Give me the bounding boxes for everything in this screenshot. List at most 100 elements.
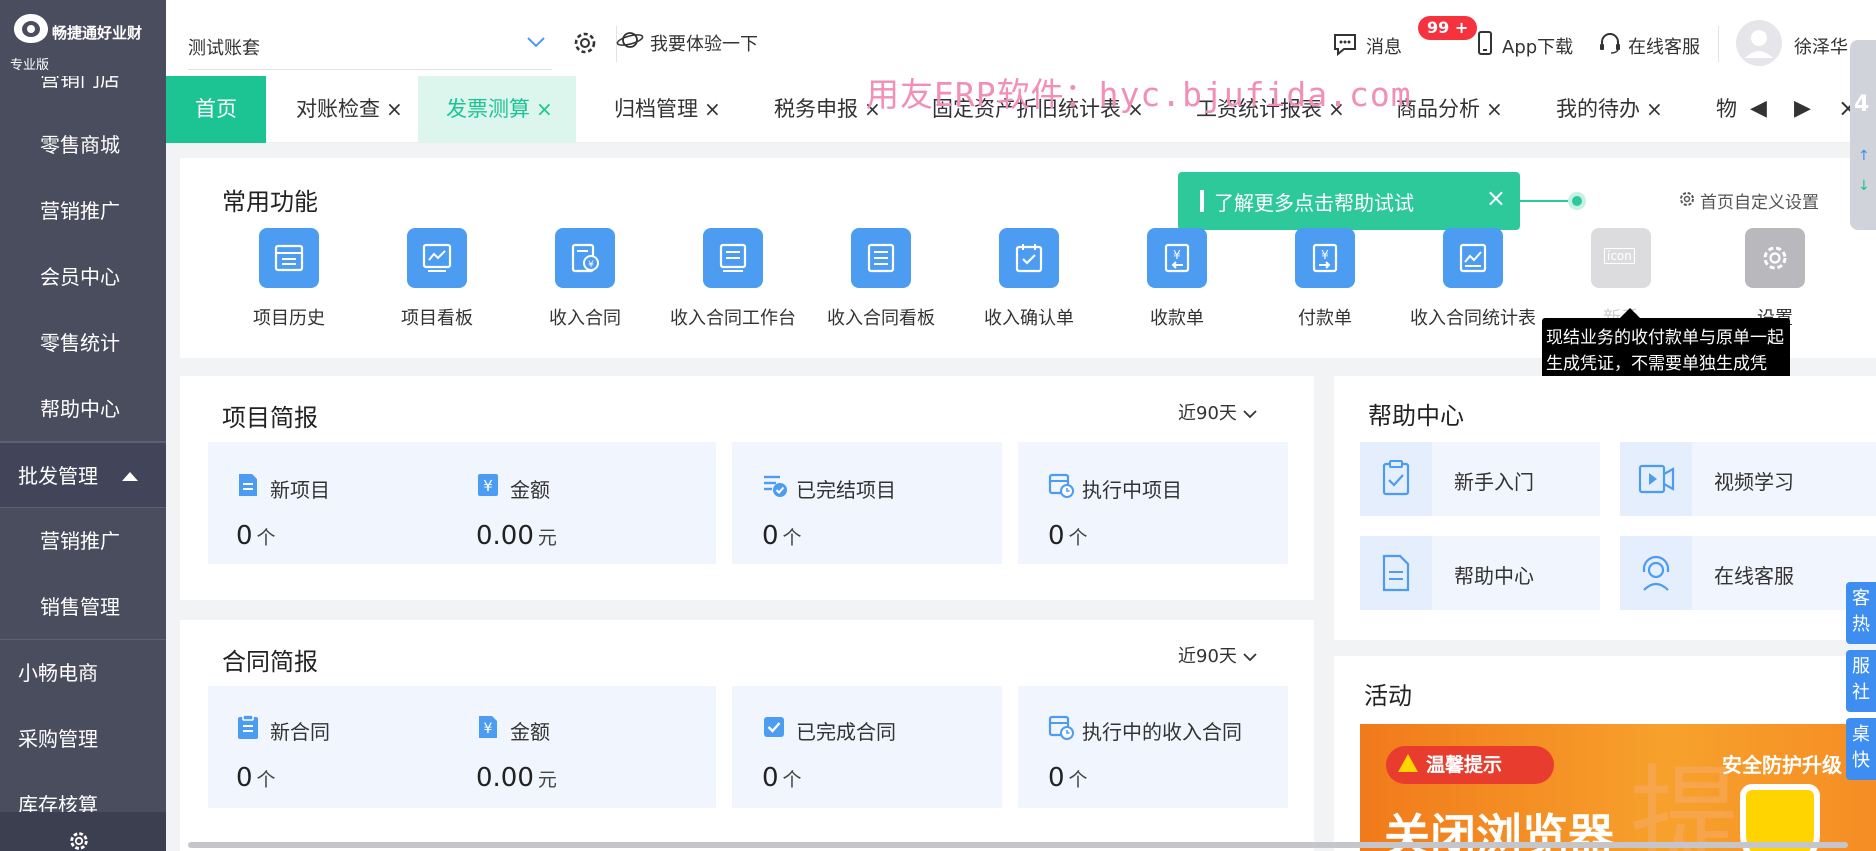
sidebar-item-marketing[interactable]: 营销推广	[0, 178, 166, 244]
func-project-history[interactable]: 项目历史	[214, 228, 364, 330]
func-income-contract-board[interactable]: 收入合同看板	[806, 228, 956, 330]
message-icon	[1334, 34, 1356, 56]
sidebar-item-retail-mall[interactable]: 零售商城	[0, 112, 166, 178]
tab-home[interactable]: 首页	[166, 76, 266, 143]
sidebar-item-purchase[interactable]: 采购管理	[0, 706, 166, 772]
contract-brief-title: 合同简报	[222, 648, 318, 676]
floating-toolbar-number: 4	[1854, 92, 1870, 117]
common-functions-title: 常用功能	[222, 188, 318, 216]
avatar[interactable]	[1736, 20, 1782, 66]
account-select[interactable]: 测试账套	[188, 20, 552, 70]
func-payment[interactable]: ¥ 付款单	[1250, 228, 1400, 330]
watermark: 用友ERP软件：hyc.bjufida.com	[866, 75, 1412, 114]
chevron-down-icon	[1243, 410, 1257, 419]
close-icon[interactable]: ×	[1486, 97, 1503, 121]
float-tab-service[interactable]: 客热	[1846, 582, 1876, 644]
try-experience-label: 我要体验一下	[650, 34, 758, 55]
activity-banner[interactable]: 提 温馨提示 安全防护升级 关闭浏览器	[1360, 724, 1876, 851]
online-service-button[interactable]: 在线客服	[1600, 33, 1700, 59]
sidebar-item-help[interactable]: 帮助中心	[0, 376, 166, 442]
placeholder-icon: icon	[1591, 228, 1651, 288]
sidebar-item-ecommerce[interactable]: 小畅电商	[0, 640, 166, 706]
stat-finished-project: 已完结项目 0个	[762, 474, 896, 551]
tab-scroll-left-icon[interactable]: ◀	[1750, 96, 1767, 121]
sidebar-item-members[interactable]: 会员中心	[0, 244, 166, 310]
tab-label: 税务申报	[774, 97, 858, 121]
arrow-up-icon[interactable]: ↑	[1858, 148, 1870, 164]
stats-chart-icon	[1443, 228, 1503, 288]
close-icon[interactable]: ×	[386, 97, 403, 121]
project-range-select[interactable]: 近90天	[1178, 399, 1257, 425]
brand-edition: 专业版	[10, 58, 50, 73]
func-label: 项目看板	[401, 308, 473, 329]
help-video-learning[interactable]: 视频学习	[1620, 442, 1876, 516]
help-getting-started[interactable]: 新手入门	[1360, 442, 1600, 516]
func-label: 收款单	[1150, 308, 1204, 329]
headset-icon	[1600, 33, 1620, 54]
func-income-confirm[interactable]: 收入确认单	[954, 228, 1104, 330]
svg-text:¥: ¥	[483, 477, 493, 495]
func-project-board[interactable]: 项目看板	[362, 228, 512, 330]
stat-label: 新项目	[270, 478, 330, 502]
help-tip-banner[interactable]: 了解更多点击帮助试试 ×	[1178, 172, 1520, 230]
brand-logo[interactable]: 畅捷通好业财 专业版	[0, 0, 166, 76]
gear-icon[interactable]	[572, 30, 598, 56]
float-tab-desktop[interactable]: 桌快	[1846, 718, 1876, 780]
tab-label: 对账检查	[296, 97, 380, 121]
horizontal-scrollbar[interactable]	[188, 842, 1848, 848]
stat-value: 0	[236, 763, 253, 793]
sidebar-group-wholesale[interactable]: 批发管理	[0, 442, 166, 508]
stat-value: 0.00	[476, 763, 534, 793]
contract-range-select[interactable]: 近90天	[1178, 642, 1257, 668]
calendar-clock-icon	[1048, 473, 1074, 498]
messages-badge: 99 +	[1418, 16, 1478, 40]
top-header: 测试账套 我要体验一下 消息 99 + App下载 在线客服 徐泽华	[166, 0, 1876, 76]
tab-tax[interactable]: 税务申报 ×	[774, 76, 881, 143]
tab-label: 发票测算	[446, 97, 530, 121]
tab-label: 我的待办	[1556, 97, 1640, 121]
float-tab-community[interactable]: 服社	[1846, 650, 1876, 712]
arrow-down-icon[interactable]: ↓	[1858, 178, 1870, 194]
func-income-contract-workbench[interactable]: 收入合同工作台	[658, 228, 808, 330]
yen-doc-icon: ¥	[479, 716, 497, 738]
messages-button[interactable]: 消息	[1334, 33, 1402, 59]
tab-goods-analysis[interactable]: 商品分析 ×	[1396, 76, 1503, 143]
app-download-button[interactable]: App下载	[1478, 31, 1573, 59]
help-online-service[interactable]: 在线客服	[1620, 536, 1876, 610]
try-experience-link[interactable]: 我要体验一下	[616, 30, 758, 56]
svg-text:¥: ¥	[1173, 248, 1181, 262]
floating-toolbar[interactable]: 4 ↑ ↓	[1850, 40, 1876, 230]
help-item-label: 新手入门	[1454, 470, 1534, 494]
tab-overflow[interactable]: 物	[1716, 76, 1746, 143]
close-icon[interactable]: ×	[704, 97, 721, 121]
close-icon[interactable]: ×	[1646, 97, 1663, 121]
help-center-link[interactable]: 帮助中心	[1360, 536, 1600, 610]
func-income-contract[interactable]: ¥ 收入合同	[510, 228, 660, 330]
close-icon[interactable]: ×	[1486, 184, 1506, 212]
user-name[interactable]: 徐泽华	[1794, 33, 1848, 59]
sidebar-item-wholesale-marketing[interactable]: 营销推广	[0, 508, 166, 574]
func-settings[interactable]: 设置	[1700, 228, 1850, 330]
tab-scroll-right-icon[interactable]: ▶	[1794, 96, 1811, 121]
clipboard-check-icon	[1360, 442, 1432, 516]
payment-yen-icon: ¥	[1295, 228, 1355, 288]
tip-connector	[1520, 200, 1574, 202]
sidebar: 营销门店 零售商城 营销推广 会员中心 零售统计 帮助中心 批发管理 营销推广 …	[0, 0, 166, 851]
func-receipt[interactable]: ¥ 收款单	[1102, 228, 1252, 330]
settings-gear-icon[interactable]	[68, 830, 90, 851]
homepage-customize-link[interactable]: 首页自定义设置	[1680, 188, 1819, 213]
help-item-label: 视频学习	[1714, 470, 1794, 494]
func-income-contract-stats[interactable]: 收入合同统计表	[1398, 228, 1548, 330]
close-icon[interactable]: ×	[536, 97, 553, 121]
sidebar-item-sales[interactable]: 销售管理	[0, 574, 166, 640]
account-select-value: 测试账套	[188, 38, 260, 59]
sidebar-item-retail-stats[interactable]: 零售统计	[0, 310, 166, 376]
tab-reconcile[interactable]: 对账检查 ×	[296, 76, 403, 143]
tab-todo[interactable]: 我的待办 ×	[1556, 76, 1663, 143]
planet-icon	[616, 32, 644, 48]
workbench-icon	[703, 228, 763, 288]
tab-archive[interactable]: 归档管理 ×	[614, 76, 721, 143]
tab-invoice-calc[interactable]: 发票测算 ×	[418, 76, 576, 143]
activity-title: 活动	[1364, 682, 1412, 710]
func-label: 收入合同工作台	[670, 308, 796, 329]
